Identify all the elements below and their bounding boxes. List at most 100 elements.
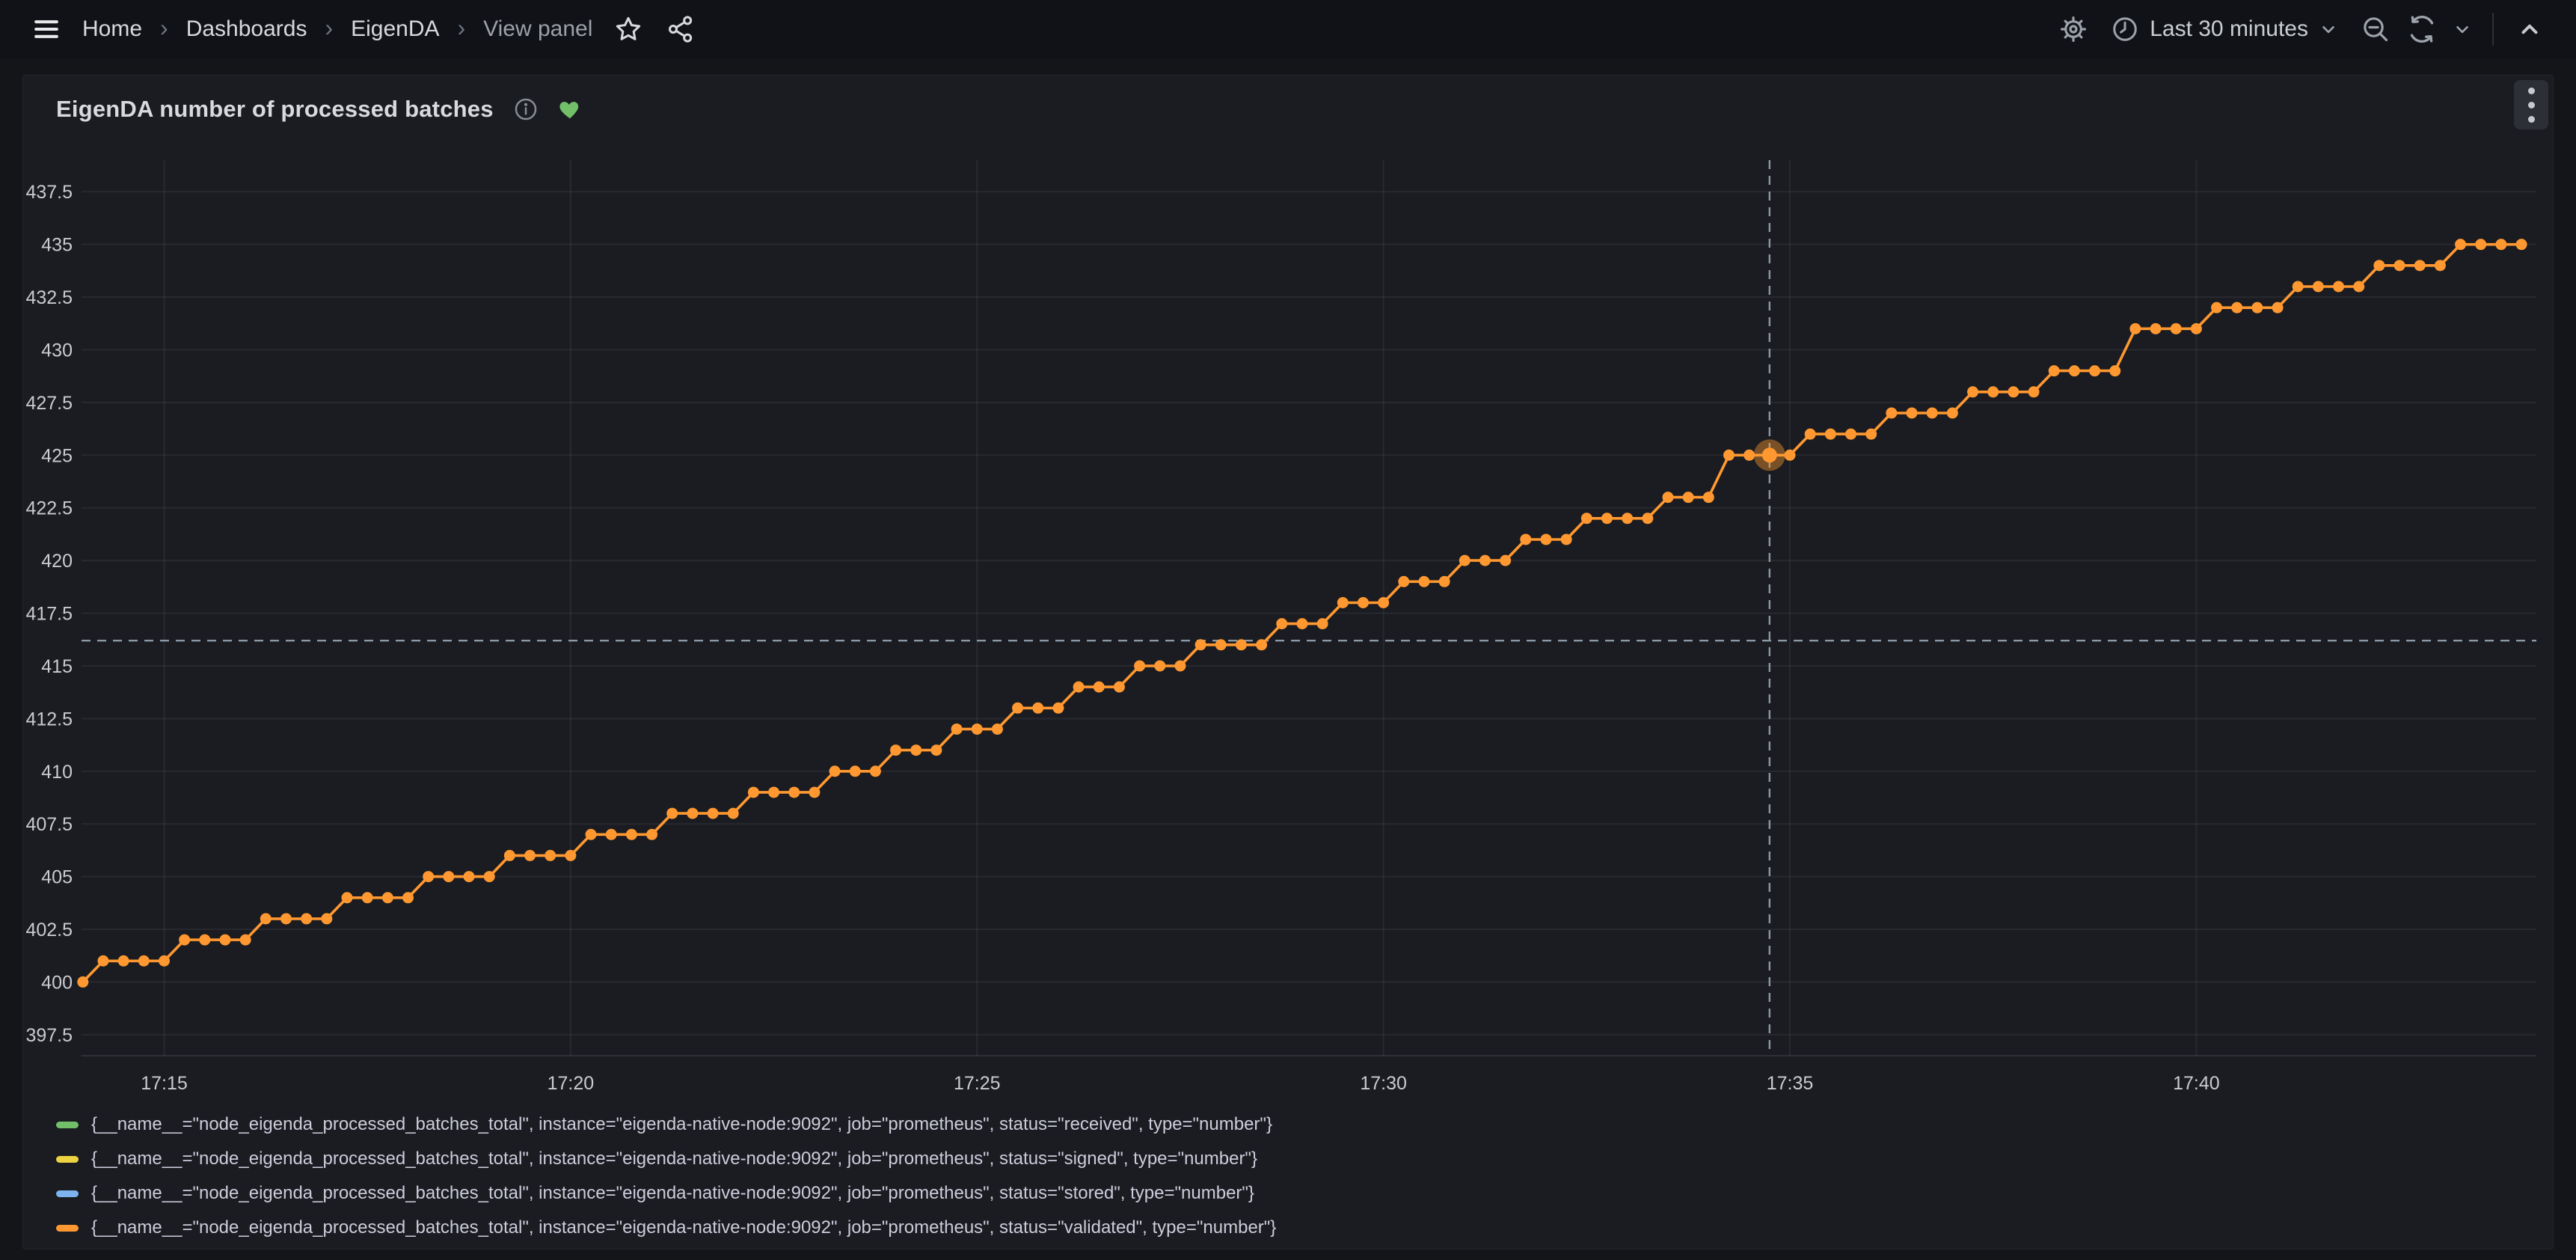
- data-point: [870, 765, 881, 777]
- data-point: [2191, 323, 2202, 334]
- data-point: [2414, 260, 2426, 271]
- clock-icon: [2111, 15, 2139, 43]
- data-point: [1520, 533, 1531, 545]
- data-point: [260, 913, 272, 924]
- data-point: [1581, 513, 1592, 524]
- data-point: [1642, 513, 1653, 524]
- data-point: [1459, 555, 1471, 566]
- data-point: [606, 829, 617, 840]
- data-point: [1927, 407, 1938, 418]
- data-point: [910, 744, 921, 756]
- data-point: [1215, 639, 1227, 650]
- data-point: [768, 786, 779, 798]
- y-tick-label: 402.5: [25, 920, 73, 941]
- zoom-out-icon[interactable]: [2355, 8, 2396, 50]
- data-point: [890, 744, 901, 756]
- data-point: [1500, 555, 1511, 566]
- y-tick-label: 400: [41, 972, 73, 993]
- share-icon[interactable]: [660, 8, 702, 50]
- y-tick-label: 437.5: [25, 182, 73, 203]
- data-point: [2313, 281, 2324, 292]
- data-point: [2333, 281, 2344, 292]
- data-point: [1276, 618, 1287, 629]
- data-point: [1967, 386, 1978, 397]
- top-nav: Home › Dashboards › EigenDA › View panel…: [0, 0, 2576, 58]
- data-point: [2435, 260, 2446, 271]
- y-tick-label: 432.5: [25, 287, 73, 308]
- data-point: [1378, 597, 1389, 608]
- legend-item-validated[interactable]: {__name__="node_eigenda_processed_batche…: [56, 1211, 2553, 1245]
- refresh-icon[interactable]: [2401, 8, 2443, 50]
- data-point: [2251, 302, 2263, 314]
- data-point: [1805, 429, 1816, 440]
- chart-svg[interactable]: 397.5400402.5405407.5410412.5415417.5420…: [23, 123, 2554, 1096]
- data-point: [362, 892, 373, 903]
- data-point: [342, 892, 353, 903]
- breadcrumb-view-panel: View panel: [479, 16, 597, 42]
- favorite-star-icon[interactable]: [607, 8, 649, 50]
- data-point: [1154, 660, 1165, 671]
- data-point: [2150, 323, 2162, 334]
- y-tick-label: 420: [41, 551, 73, 572]
- data-point: [118, 955, 129, 967]
- data-point: [2049, 365, 2060, 376]
- data-point: [829, 765, 841, 777]
- dashboard-settings-gear-icon[interactable]: [2052, 8, 2094, 50]
- y-tick-label: 422.5: [25, 498, 73, 519]
- legend-item-stored[interactable]: {__name__="node_eigenda_processed_batche…: [56, 1176, 2553, 1211]
- data-point: [565, 850, 576, 861]
- data-point: [1094, 682, 1105, 693]
- data-point: [2293, 281, 2304, 292]
- data-point: [402, 892, 414, 903]
- data-point: [219, 935, 230, 946]
- data-point: [1195, 639, 1206, 650]
- breadcrumb-eigenda[interactable]: EigenDA: [346, 16, 444, 42]
- x-tick-label: 17:30: [1360, 1073, 1407, 1094]
- highlighted-point: [1762, 447, 1777, 462]
- data-point: [301, 913, 312, 924]
- legend-item-signed[interactable]: {__name__="node_eigenda_processed_batche…: [56, 1142, 2553, 1176]
- breadcrumb-dashboards[interactable]: Dashboards: [182, 16, 312, 42]
- data-point: [382, 892, 393, 903]
- data-point: [1052, 703, 1064, 714]
- data-point: [524, 850, 536, 861]
- data-point: [2069, 365, 2080, 376]
- data-point: [1418, 576, 1429, 587]
- data-point: [809, 786, 820, 798]
- time-range-picker[interactable]: Last 30 minutes: [2099, 8, 2350, 50]
- collapse-chevron-up-icon[interactable]: [2509, 8, 2551, 50]
- x-tick-label: 17:25: [954, 1073, 1001, 1094]
- data-point: [280, 913, 292, 924]
- nav-divider: [2492, 13, 2494, 46]
- data-point: [1540, 533, 1551, 545]
- data-point: [748, 786, 759, 798]
- data-point: [930, 744, 942, 756]
- data-point: [1622, 513, 1633, 524]
- breadcrumb-home[interactable]: Home: [78, 16, 147, 42]
- data-point: [199, 935, 210, 946]
- data-point: [1114, 682, 1125, 693]
- panel-info-icon[interactable]: [513, 97, 539, 122]
- time-range-label: Last 30 minutes: [2150, 16, 2308, 42]
- data-point: [1012, 703, 1023, 714]
- legend-label: {__name__="node_eigenda_processed_batche…: [91, 1183, 1254, 1204]
- data-point: [666, 808, 678, 819]
- refresh-interval-dropdown[interactable]: [2447, 8, 2477, 50]
- data-point: [1744, 450, 1755, 461]
- data-point: [2495, 239, 2506, 250]
- data-point: [2008, 386, 2019, 397]
- y-tick-label: 407.5: [25, 814, 73, 835]
- breadcrumb-separator: ›: [157, 14, 171, 42]
- legend-item-received[interactable]: {__name__="node_eigenda_processed_batche…: [56, 1107, 2553, 1142]
- hamburger-menu-icon[interactable]: [25, 8, 67, 50]
- data-point: [1439, 576, 1450, 587]
- data-point: [97, 955, 108, 967]
- data-point: [423, 871, 434, 882]
- data-point: [850, 765, 861, 777]
- x-tick-label: 17:20: [548, 1073, 595, 1094]
- data-point: [2028, 386, 2040, 397]
- data-point: [1073, 682, 1085, 693]
- panel-menu-kebab[interactable]: [2514, 80, 2548, 129]
- data-point: [2129, 323, 2141, 334]
- data-point: [2353, 281, 2364, 292]
